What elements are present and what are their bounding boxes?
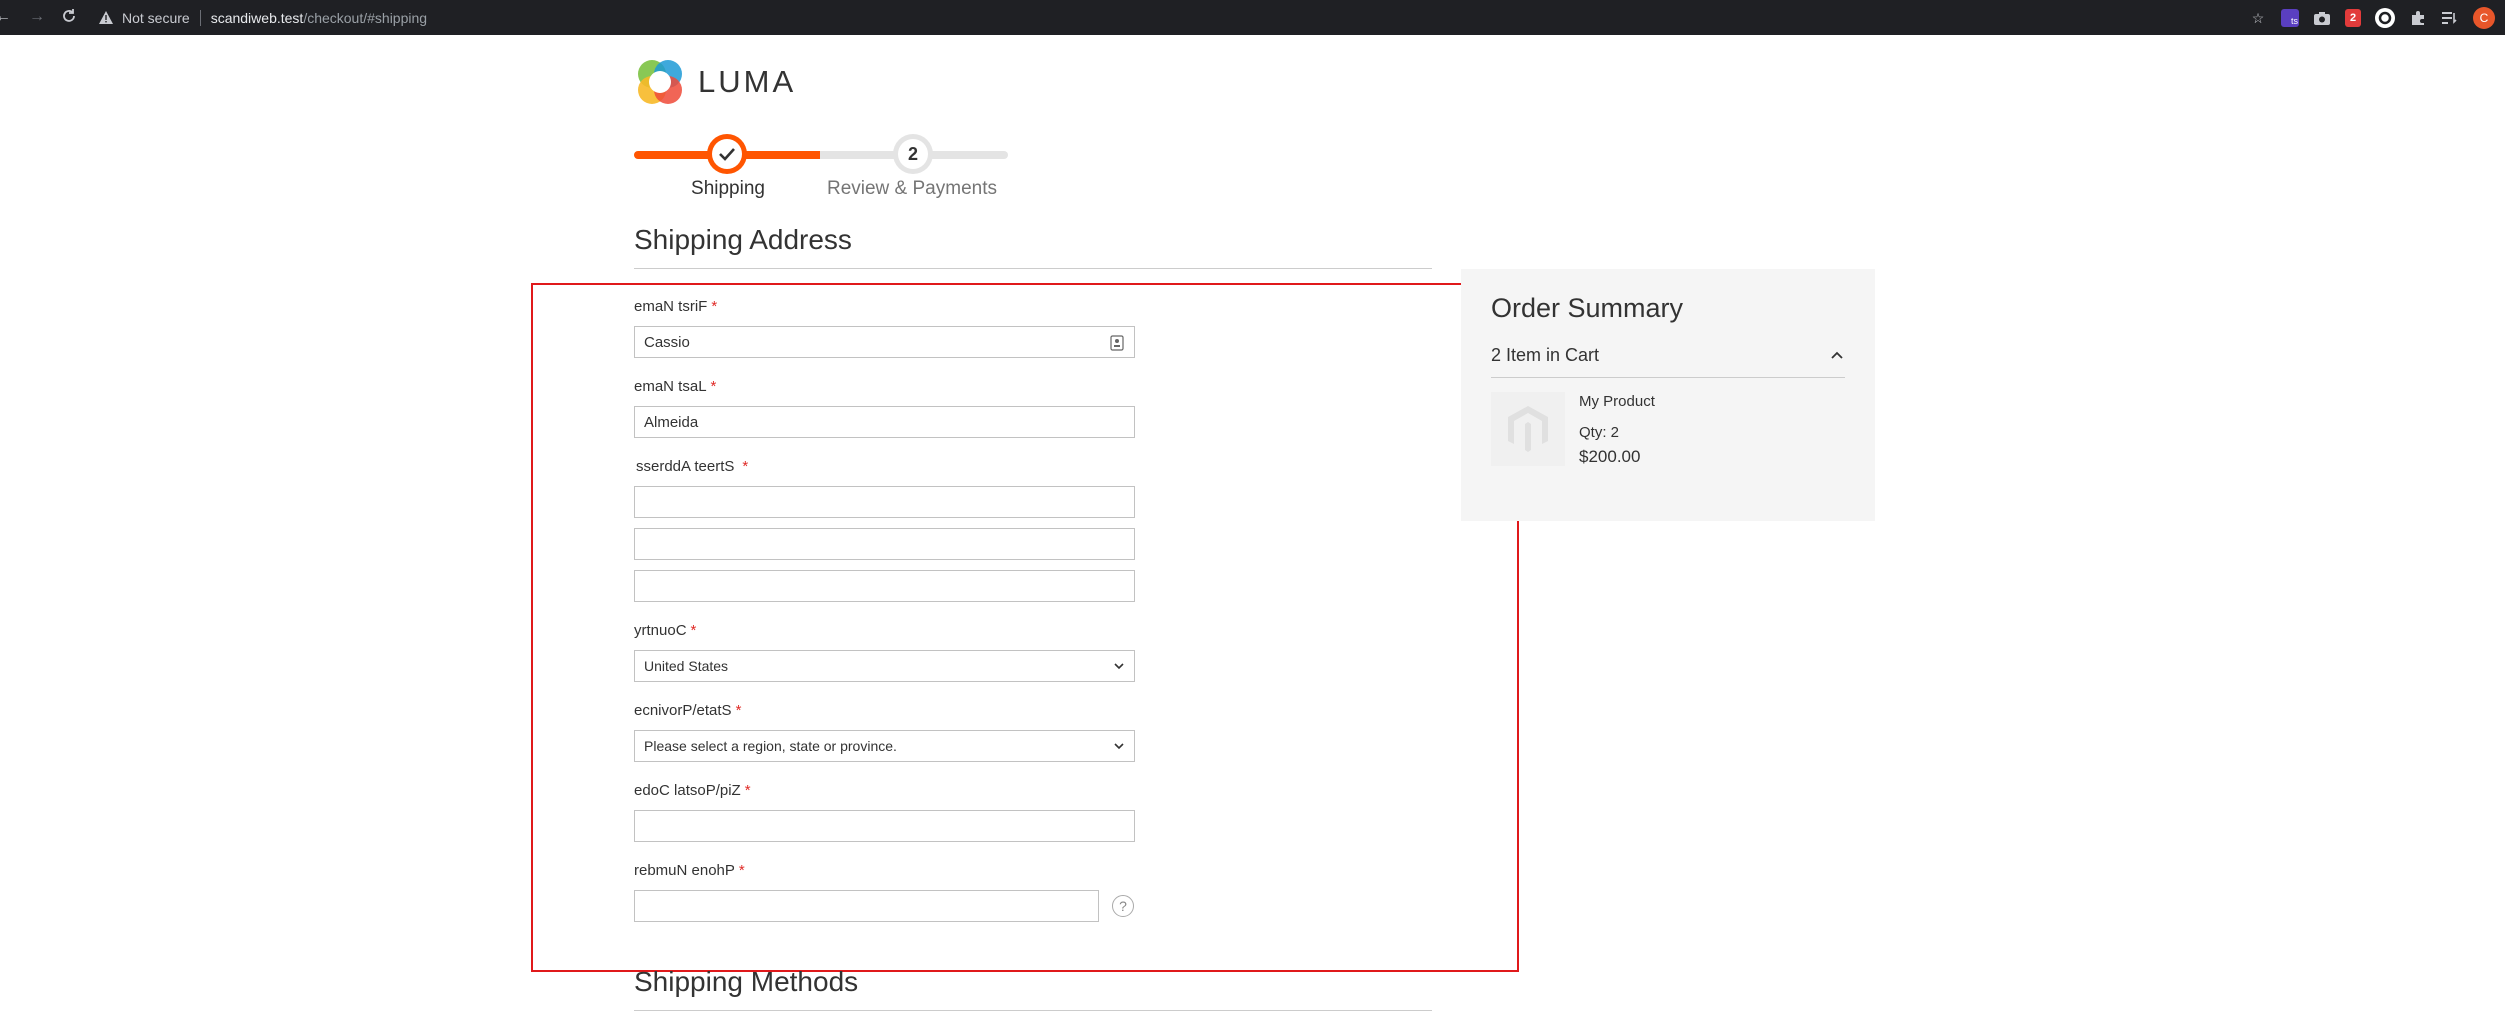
zip-label: edoC latsoP/piZ *: [634, 782, 751, 799]
step-review-number: 2: [898, 139, 928, 169]
last-name-value: Almeida: [644, 413, 699, 431]
chevron-up-icon: [1831, 351, 1843, 359]
reload-icon[interactable]: [60, 8, 78, 26]
back-arrow-icon[interactable]: ←: [0, 8, 12, 26]
camera-icon[interactable]: [2313, 9, 2331, 27]
luma-logo-icon: [638, 60, 682, 104]
warning-icon: [98, 10, 114, 26]
autofill-contact-icon[interactable]: [1110, 335, 1124, 351]
shipping-address-divider: [634, 268, 1432, 269]
reading-list-icon[interactable]: [2441, 9, 2459, 27]
extension-ring-icon[interactable]: [2375, 8, 2395, 28]
logo-text: LUMA: [698, 64, 797, 99]
product-qty: Qty: 2: [1579, 424, 1620, 441]
last-name-label: emaN tsaL *: [634, 378, 716, 395]
browser-toolbar: ← → Not secure scandiweb.test /checkout/…: [0, 0, 2505, 35]
street-address-line-1[interactable]: [634, 486, 1135, 518]
street-address-label: sserddA teertS *: [636, 458, 748, 475]
state-label-text: ecnivorP/etatS: [634, 702, 732, 719]
required-marker: *: [735, 702, 742, 719]
order-summary-panel: Order Summary 2 Item in Cart My Product …: [1461, 269, 1875, 521]
extension-counter-badge: 2: [2349, 12, 2357, 24]
checkmark-icon: [719, 148, 735, 161]
extension-ts-icon[interactable]: ts: [2281, 9, 2299, 27]
profile-avatar[interactable]: C: [2473, 7, 2495, 29]
required-marker: *: [742, 458, 749, 475]
last-name-input[interactable]: Almeida: [634, 406, 1135, 438]
step-shipping-marker: [707, 134, 747, 174]
required-marker: *: [744, 782, 751, 799]
help-tooltip-icon[interactable]: ?: [1112, 895, 1134, 917]
zip-label-text: edoC latsoP/piZ: [634, 782, 741, 799]
first-name-label-text: emaN tsriF: [634, 298, 708, 315]
country-label: yrtnuoC *: [634, 622, 696, 639]
forward-arrow-icon[interactable]: →: [28, 8, 46, 26]
phone-label-text: rebmuN enohP: [634, 862, 735, 879]
chevron-down-icon: [1114, 663, 1124, 670]
puzzle-icon[interactable]: [2409, 9, 2427, 27]
summary-divider: [1491, 377, 1845, 378]
last-name-label-text: emaN tsaL: [634, 378, 707, 395]
zip-input[interactable]: [634, 810, 1135, 842]
first-name-value: Cassio: [644, 333, 690, 351]
url-separator: [199, 9, 201, 26]
street-address-line-3[interactable]: [634, 570, 1135, 602]
address-bar[interactable]: Not secure scandiweb.test /checkout/#shi…: [98, 5, 1398, 30]
street-address-label-text: sserddA teertS: [636, 458, 735, 475]
country-select[interactable]: United States: [634, 650, 1135, 682]
chevron-down-icon: [1114, 743, 1124, 750]
shipping-methods-divider: [634, 1010, 1432, 1011]
extension-ts-badge: ts: [2290, 16, 2298, 26]
url-path: /checkout/#shipping: [303, 9, 428, 26]
state-label: ecnivorP/etatS *: [634, 702, 741, 719]
step-review-marker[interactable]: 2: [893, 134, 933, 174]
state-select[interactable]: Please select a region, state or provinc…: [634, 730, 1135, 762]
state-selected-value: Please select a region, state or provinc…: [644, 738, 897, 754]
first-name-label: emaN tsriF *: [634, 298, 717, 315]
luma-logo[interactable]: LUMA: [634, 56, 796, 108]
street-address-line-2[interactable]: [634, 528, 1135, 560]
security-label: Not secure: [122, 9, 190, 26]
cart-items-toggle[interactable]: 2 Item in Cart: [1491, 345, 1845, 369]
step-shipping-label: Shipping: [691, 178, 765, 199]
url-host: scandiweb.test: [210, 9, 304, 26]
required-marker: *: [690, 622, 697, 639]
phone-label: rebmuN enohP *: [634, 862, 745, 879]
shipping-methods-title: Shipping Methods: [634, 966, 859, 997]
extension-counter-icon[interactable]: 2: [2345, 9, 2361, 27]
phone-input[interactable]: [634, 890, 1099, 922]
required-marker: *: [711, 298, 718, 315]
bookmark-star-icon[interactable]: ☆: [2249, 9, 2267, 27]
cart-items-count: 2 Item in Cart: [1491, 345, 1600, 365]
country-label-text: yrtnuoC: [634, 622, 687, 639]
product-thumbnail: [1491, 392, 1565, 466]
country-selected-value: United States: [644, 658, 729, 674]
product-name: My Product: [1579, 393, 1655, 410]
product-price: $200.00: [1579, 447, 1641, 466]
first-name-input[interactable]: Cassio: [634, 326, 1135, 358]
required-marker: *: [710, 378, 717, 395]
magento-placeholder-icon: [1508, 406, 1548, 452]
order-summary-title: Order Summary: [1491, 293, 1684, 323]
shipping-address-title: Shipping Address: [634, 224, 852, 255]
browser-actions: ☆ ts 2 C: [2249, 6, 2495, 30]
step-review-label[interactable]: Review & Payments: [822, 178, 1002, 200]
required-marker: *: [738, 862, 745, 879]
